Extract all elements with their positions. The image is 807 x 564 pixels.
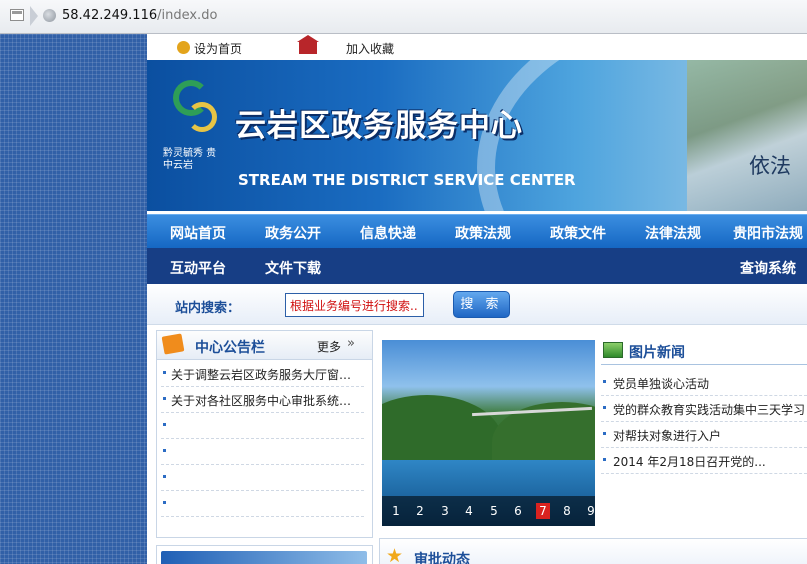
slider-page-4[interactable]: 4	[462, 503, 476, 519]
list-item	[161, 439, 364, 465]
picture-news-title: 图片新闻	[629, 345, 685, 361]
slider-page-2[interactable]: 2	[413, 503, 427, 519]
notepad-icon	[161, 333, 185, 355]
news-item-text[interactable]: 对帮扶对象进行入户	[613, 427, 721, 444]
photo-slider[interactable]: 1 2 3 4 5 6 7 8 9	[382, 340, 595, 526]
bullet-icon	[603, 406, 606, 409]
site-search-bar: 站内搜索： 根据业务编号进行搜索.. 搜 索	[147, 284, 807, 325]
nav-item-home[interactable]: 网站首页	[170, 223, 226, 243]
notice-board: 中心公告栏 更多 » 关于调整云岩区政务服务大厅窗… 关于对各社区服务中心审批系…	[156, 330, 373, 538]
nav-item-downloads[interactable]: 文件下载	[265, 258, 321, 278]
list-item[interactable]: 党的群众教育实践活动集中三天学习	[601, 395, 807, 422]
bullet-icon	[163, 475, 166, 478]
nav-item-interaction[interactable]: 互动平台	[170, 258, 226, 278]
home-icon	[177, 41, 190, 54]
bullet-icon	[163, 501, 166, 504]
list-item	[161, 413, 364, 439]
slider-page-5[interactable]: 5	[487, 503, 501, 519]
left-banner-image[interactable]	[161, 551, 367, 564]
logo-text: 黔灵毓秀 贵中云岩	[163, 148, 217, 171]
site-subtitle: STREAM THE DISTRICT SERVICE CENTER	[238, 171, 576, 189]
approval-news-header: ★ 审批动态	[379, 538, 807, 564]
news-item-text[interactable]: 党员单独谈心活动	[613, 375, 709, 392]
nav-item-news[interactable]: 信息快递	[360, 223, 416, 243]
list-item[interactable]: 2014 年2月18日召开党的...	[601, 447, 807, 474]
url-field[interactable]: 58.42.249.116/index.do	[62, 8, 217, 23]
list-item[interactable]: 党员单独谈心活动	[601, 369, 807, 396]
nav-item-policy-regulations[interactable]: 政策法规	[455, 223, 511, 243]
more-link[interactable]: 更多	[317, 338, 341, 355]
bullet-icon	[163, 397, 166, 400]
bullet-icon	[603, 458, 606, 461]
list-item[interactable]: 关于对各社区服务中心审批系统…	[161, 387, 364, 413]
url-host: 58.42.249.116	[62, 8, 158, 23]
bullet-icon	[163, 423, 166, 426]
nav-item-policy-docs[interactable]: 政策文件	[550, 223, 606, 243]
globe-icon	[43, 9, 56, 22]
nav-item-guiyang-laws[interactable]: 贵阳市法规	[733, 223, 803, 243]
list-item[interactable]: 关于调整云岩区政务服务大厅窗…	[161, 361, 364, 387]
notice-header: 中心公告栏 更多 »	[157, 331, 372, 360]
site-banner: 黔灵毓秀 贵中云岩 云岩区政务服务中心 STREAM THE DISTRICT …	[147, 60, 807, 211]
bullet-icon	[603, 432, 606, 435]
add-favorite-link[interactable]: 加入收藏	[346, 40, 394, 57]
secondary-nav: 互动平台 文件下载 查询系统	[147, 248, 807, 284]
bullet-icon	[163, 449, 166, 452]
page-background	[0, 34, 147, 564]
news-item-text[interactable]: 2014 年2月18日召开党的...	[613, 453, 766, 470]
search-button[interactable]: 搜 索	[453, 291, 510, 318]
list-item[interactable]: 对帮扶对象进行入户	[601, 421, 807, 448]
url-path: /index.do	[157, 8, 218, 23]
breadcrumb-arrow-icon	[30, 6, 38, 26]
notice-item-text[interactable]: 关于调整云岩区政务服务大厅窗…	[171, 366, 361, 383]
search-input[interactable]: 根据业务编号进行搜索..	[285, 293, 424, 317]
slider-page-7-active[interactable]: 7	[536, 503, 550, 519]
slider-page-3[interactable]: 3	[438, 503, 452, 519]
notice-title: 中心公告栏	[195, 340, 265, 356]
site-title: 云岩区政务服务中心	[235, 108, 523, 144]
search-label: 站内搜索：	[175, 301, 241, 316]
slider-page-8[interactable]: 8	[560, 503, 574, 519]
slider-page-6[interactable]: 6	[511, 503, 525, 519]
banner-slogan: 依法	[749, 154, 791, 178]
site-container: 设为首页 加入收藏 黔灵毓秀 贵中云岩 云岩区政务服务中心 STREAM THE…	[147, 34, 807, 564]
news-item-text[interactable]: 党的群众教育实践活动集中三天学习	[613, 401, 805, 418]
divider	[601, 364, 807, 365]
top-strip: 设为首页 加入收藏	[147, 34, 807, 60]
list-item	[161, 465, 364, 491]
slider-page-1[interactable]: 1	[389, 503, 403, 519]
set-home-link[interactable]: 设为首页	[194, 40, 242, 57]
bullet-icon	[163, 371, 166, 374]
house-icon	[297, 35, 319, 54]
picture-news: 图片新闻 党员单独谈心活动 党的群众教育实践活动集中三天学习 对帮扶对象进行入户…	[601, 338, 807, 524]
slider-pager: 1 2 3 4 5 6 7 8 9	[382, 496, 595, 526]
bullet-icon	[603, 380, 606, 383]
approval-title: 审批动态	[414, 552, 470, 564]
page-icon	[10, 9, 24, 21]
nav-item-query-system[interactable]: 查询系统	[740, 258, 796, 278]
district-logo	[165, 78, 223, 142]
notice-list: 关于调整云岩区政务服务大厅窗… 关于对各社区服务中心审批系统…	[157, 361, 372, 517]
nav-item-gov-open[interactable]: 政务公开	[265, 223, 321, 243]
nav-item-laws[interactable]: 法律法规	[645, 223, 701, 243]
primary-nav: 网站首页 政务公开 信息快递 政策法规 政策文件 法律法规 贵阳市法规	[147, 214, 807, 248]
browser-address-bar: 58.42.249.116/index.do	[0, 0, 807, 34]
left-banner-box	[156, 545, 373, 564]
monitor-icon	[603, 342, 623, 358]
star-icon: ★	[386, 545, 404, 564]
slider-page-9[interactable]: 9	[584, 503, 595, 519]
notice-item-text[interactable]: 关于对各社区服务中心审批系统…	[171, 392, 361, 409]
list-item	[161, 491, 364, 517]
double-chevron-icon[interactable]: »	[347, 336, 355, 351]
